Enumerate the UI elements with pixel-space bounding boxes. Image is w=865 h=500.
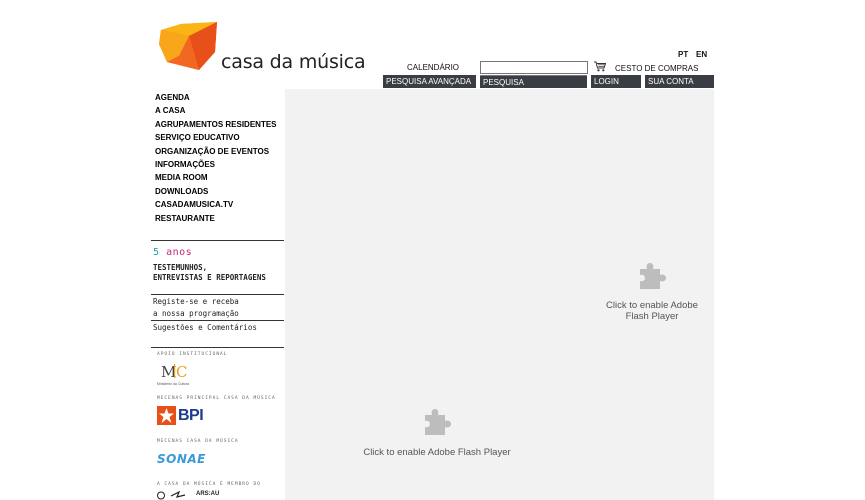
- lang-pt-link[interactable]: PT: [678, 50, 688, 59]
- nav-item-agenda[interactable]: AGENDA: [155, 91, 277, 104]
- search-input[interactable]: [480, 61, 588, 74]
- promo-line-2[interactable]: ENTREVISTAS E REPORTAGENS: [153, 273, 266, 282]
- five-years-promo-link[interactable]: 5 anos: [153, 247, 192, 258]
- flash-message-right-line-2: Flash Player: [625, 311, 679, 322]
- suggestions-link[interactable]: Sugestões e Comentários: [153, 323, 257, 332]
- page: casa da música PT EN CALENDÁRIO CESTO DE…: [0, 0, 865, 500]
- membro-label: A CASA DA MÚSICA É MEMBRO DO: [157, 482, 261, 487]
- mecenas-label: MECENAS CASA DA MÚSICA: [157, 439, 239, 444]
- puzzle-plugin-icon: [425, 409, 451, 435]
- logo-shape-icon: [159, 22, 217, 70]
- register-link-line-2[interactable]: a nossa programação: [153, 309, 239, 318]
- search-button[interactable]: PESQUISA: [480, 75, 587, 88]
- advanced-search-button[interactable]: PESQUISA AVANÇADA: [383, 75, 476, 88]
- ministerio-name: Ministério da Cultura: [157, 382, 190, 386]
- nav-item-organizacao-eventos[interactable]: ORGANIZAÇÃO DE EVENTOS: [155, 145, 277, 158]
- calendar-link[interactable]: CALENDÁRIO: [407, 63, 459, 72]
- nav-item-downloads[interactable]: DOWNLOADS: [155, 185, 277, 198]
- member-logo-text: ARS:AU: [196, 491, 220, 497]
- flash-message-right-line-1: Click to enable Adobe: [606, 300, 698, 311]
- svg-text:C: C: [176, 363, 187, 380]
- sonae-logo[interactable]: SONAE: [157, 452, 206, 466]
- member-logos[interactable]: ARS:AU: [157, 491, 227, 500]
- nav-item-a-casa[interactable]: A CASA: [155, 104, 277, 117]
- divider: [151, 320, 284, 321]
- apoio-label: APOIO INSTITUCIONAL: [157, 352, 228, 357]
- anos-word: anos: [166, 247, 193, 258]
- promo-line-1[interactable]: TESTEMUNHOS,: [153, 263, 207, 272]
- login-button[interactable]: LOGIN: [591, 75, 641, 88]
- member-logo-icon: [157, 491, 186, 500]
- anos-number: 5: [153, 247, 160, 258]
- ministerio-cultura-logo[interactable]: M C Ministério da Cultura: [157, 362, 217, 388]
- nav-item-media-room[interactable]: MEDIA ROOM: [155, 171, 277, 184]
- divider: [151, 347, 284, 348]
- nav-item-casadamusica-tv[interactable]: CASADAMUSICA.TV: [155, 198, 277, 211]
- cart-link[interactable]: CESTO DE COMPRAS: [615, 64, 698, 73]
- flash-plugin-area[interactable]: Click to enable Adobe Flash Player Click…: [285, 89, 714, 500]
- nav-item-restaurante[interactable]: RESTAURANTE: [155, 212, 277, 225]
- logo-text: casa da música: [221, 51, 366, 73]
- flash-message-left[interactable]: Click to enable Adobe Flash Player: [357, 447, 517, 458]
- bpi-star-icon: [157, 406, 176, 425]
- nav-item-servico-educativo[interactable]: SERVIÇO EDUCATIVO: [155, 131, 277, 144]
- mecenas-principal-label: MECENAS PRINCIPAL CASA DA MÚSICA: [157, 396, 276, 401]
- bpi-text: BPI: [178, 407, 204, 424]
- divider: [151, 240, 284, 241]
- lang-en-link[interactable]: EN: [696, 50, 707, 59]
- mc-icon: M C: [161, 363, 187, 380]
- nav-item-agrupamentos[interactable]: AGRUPAMENTOS RESIDENTES: [155, 118, 277, 131]
- casa-da-musica-logo[interactable]: casa da música: [159, 22, 366, 74]
- nav-item-informacoes[interactable]: INFORMAÇÕES: [155, 158, 277, 171]
- flash-message-right[interactable]: Click to enable Adobe Flash Player: [597, 300, 707, 322]
- puzzle-plugin-icon: [640, 263, 666, 289]
- divider: [151, 294, 284, 295]
- bpi-logo[interactable]: BPI: [157, 406, 205, 426]
- register-link-line-1[interactable]: Registe-se e receba: [153, 297, 239, 306]
- shopping-cart-icon[interactable]: [594, 61, 606, 72]
- main-nav: AGENDA A CASA AGRUPAMENTOS RESIDENTES SE…: [155, 91, 277, 225]
- account-button[interactable]: SUA CONTA: [645, 75, 714, 88]
